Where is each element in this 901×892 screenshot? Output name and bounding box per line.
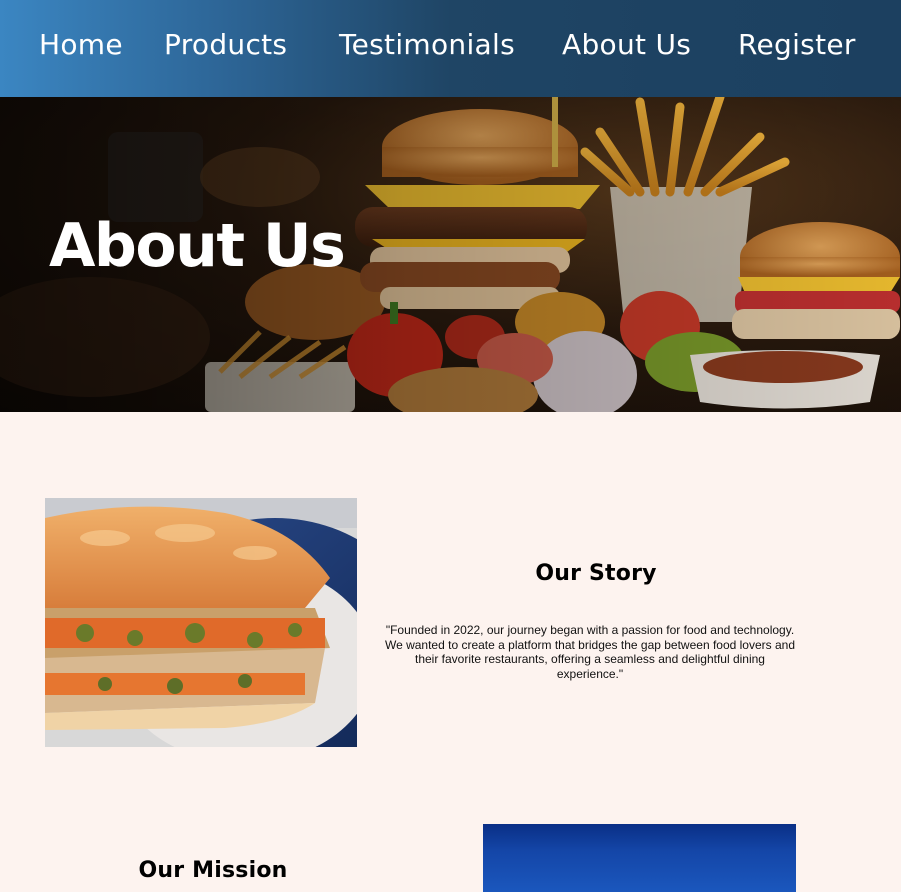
top-nav: Home Products Testimonials About Us Regi… bbox=[0, 0, 901, 97]
mission-image bbox=[483, 824, 796, 892]
our-story-heading: Our Story bbox=[535, 561, 657, 586]
page-title: About Us bbox=[49, 211, 346, 281]
nav-link-testimonials[interactable]: Testimonials bbox=[339, 28, 515, 61]
hero-banner: About Us bbox=[0, 97, 901, 412]
lasagna-image bbox=[45, 498, 357, 747]
our-mission-heading: Our Mission bbox=[138, 858, 288, 883]
nav-link-register[interactable]: Register bbox=[738, 28, 856, 61]
nav-link-home[interactable]: Home bbox=[39, 28, 123, 61]
nav-link-products[interactable]: Products bbox=[164, 28, 287, 61]
our-story-text: "Founded in 2022, our journey began with… bbox=[384, 623, 796, 681]
nav-link-about-us[interactable]: About Us bbox=[562, 28, 691, 61]
